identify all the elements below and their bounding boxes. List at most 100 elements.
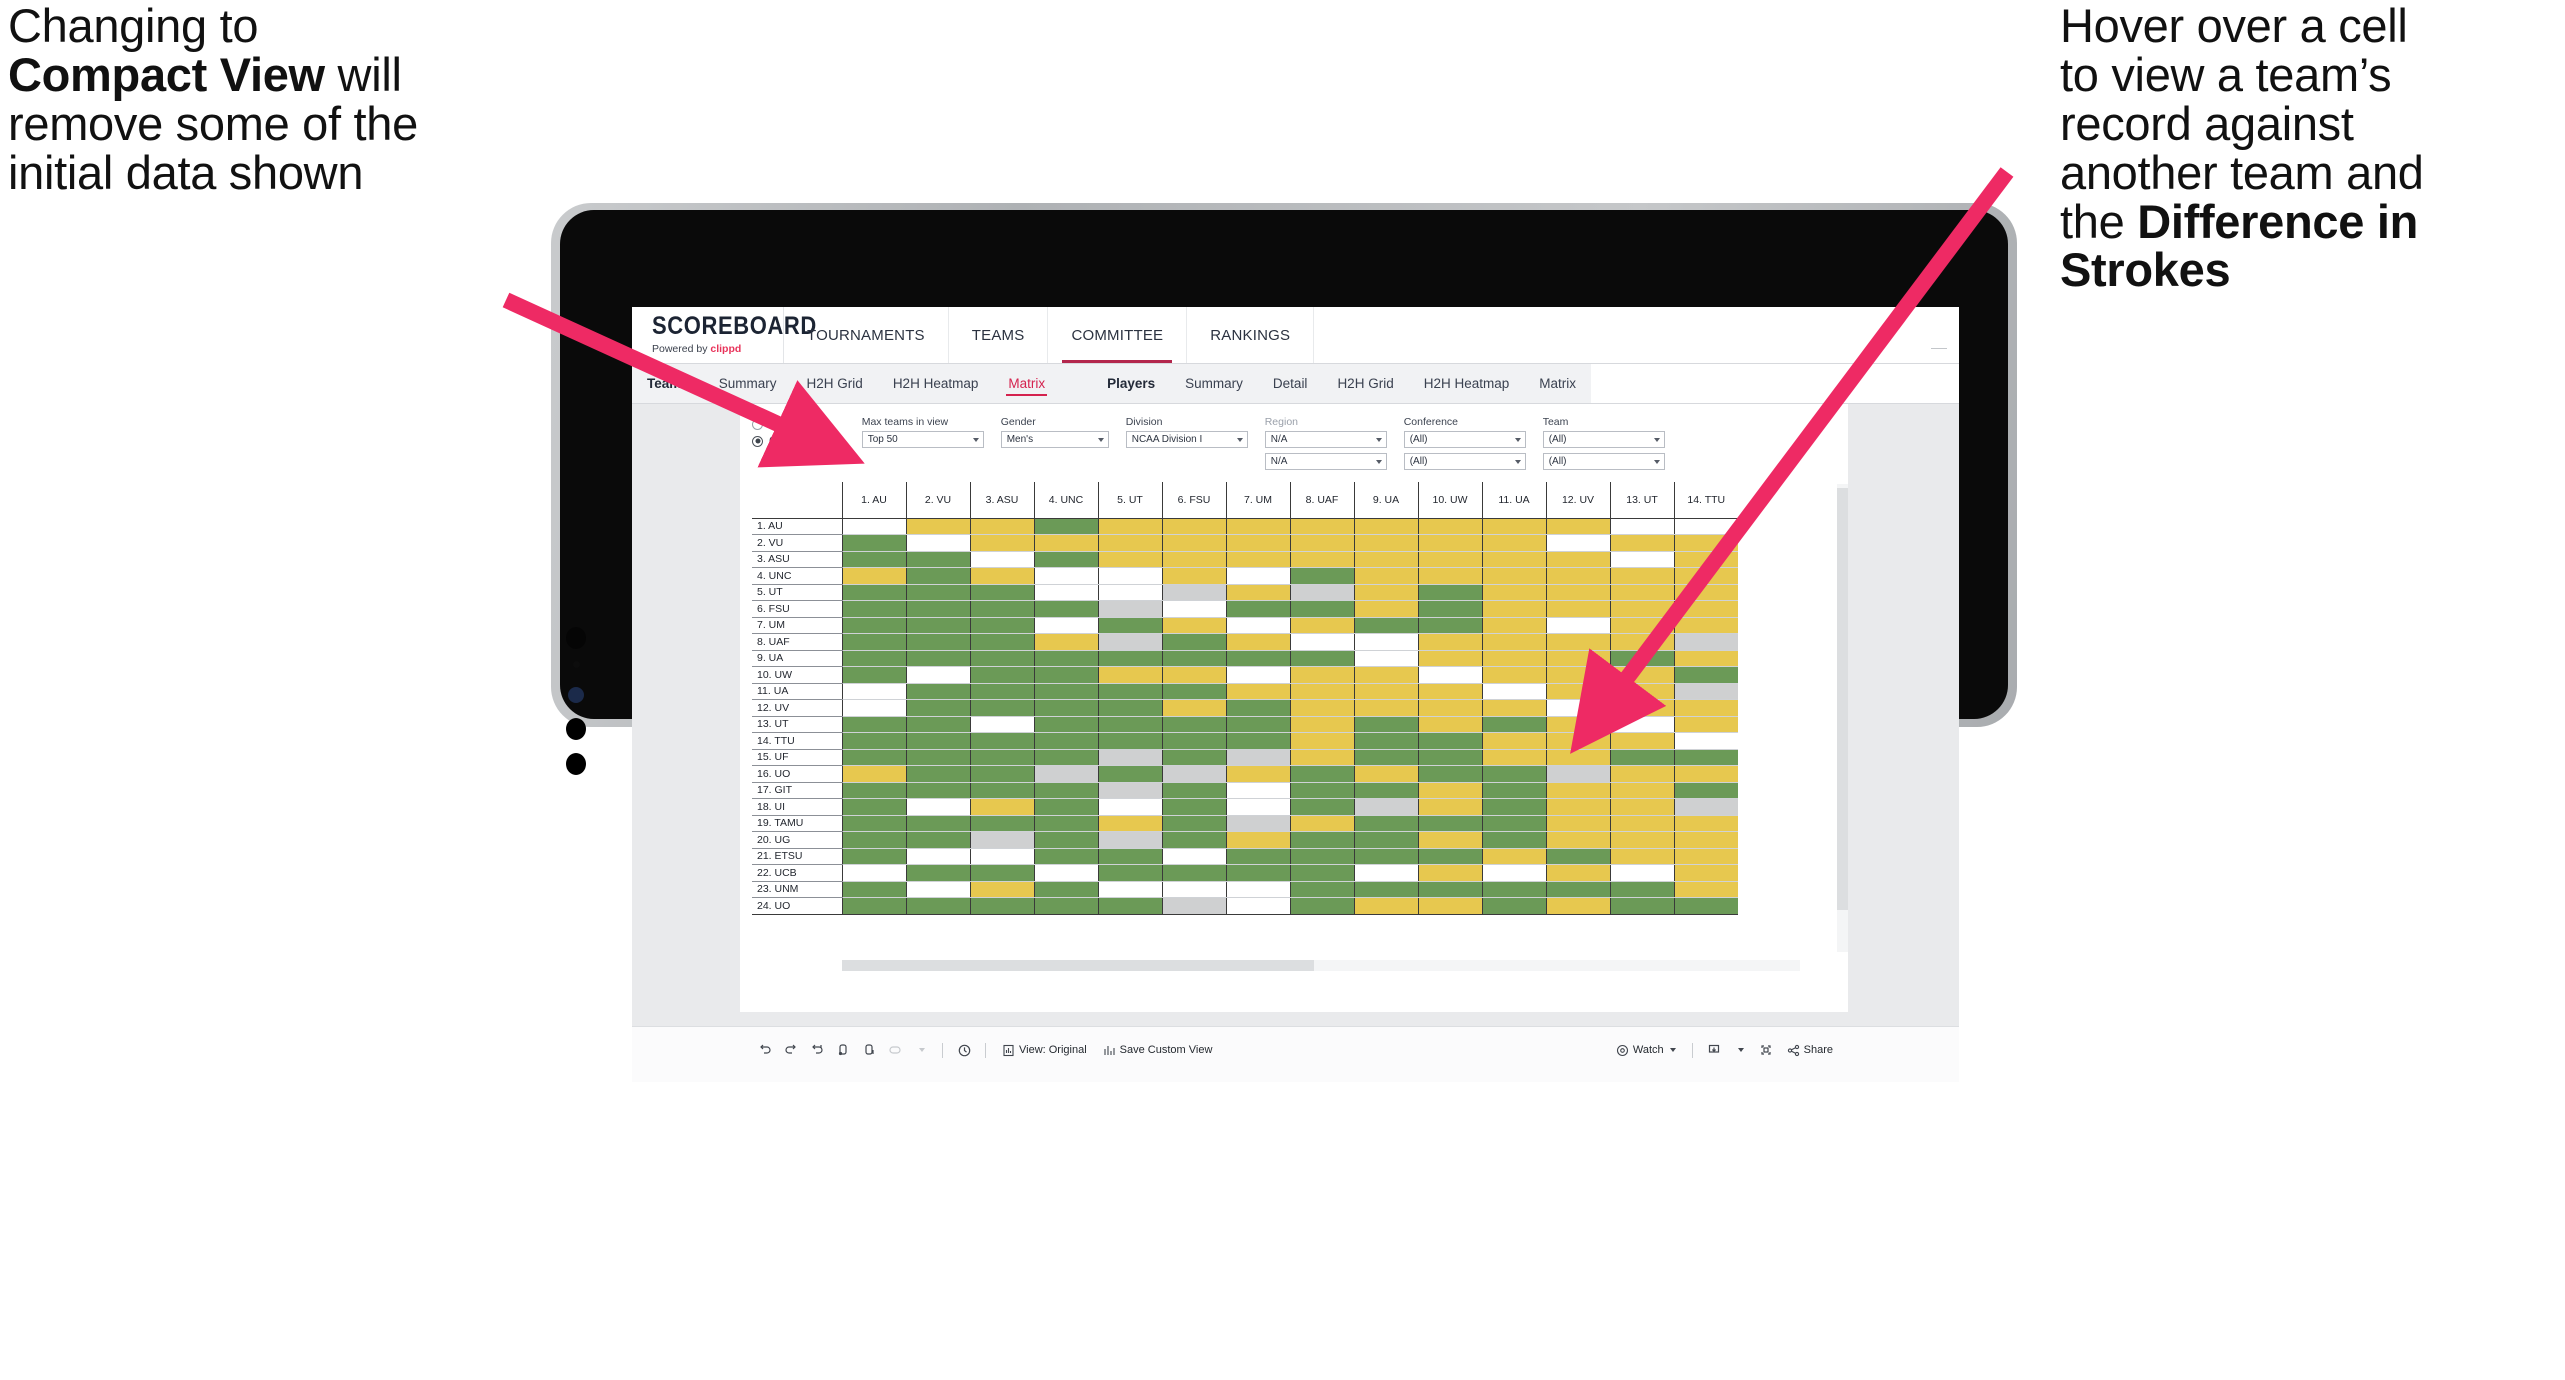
matrix-column-header[interactable]: 12. UV — [1545, 482, 1610, 519]
matrix-cell[interactable] — [1609, 815, 1674, 832]
subnav-item-players-detail[interactable]: Detail — [1258, 364, 1323, 403]
matrix-cell[interactable] — [1673, 683, 1738, 700]
matrix-cell[interactable] — [1481, 798, 1546, 816]
matrix-row-header[interactable]: 24. UO — [752, 897, 842, 915]
matrix-cell[interactable] — [969, 765, 1034, 783]
matrix-cell[interactable] — [905, 897, 970, 915]
matrix-cell[interactable] — [1545, 666, 1610, 684]
horizontal-scrollbar[interactable] — [842, 960, 1800, 971]
matrix-cell[interactable] — [1417, 798, 1482, 816]
matrix-cell[interactable] — [905, 584, 970, 601]
matrix-cell[interactable] — [1609, 881, 1674, 898]
matrix-cell[interactable] — [1673, 650, 1738, 667]
fullscreen-icon[interactable] — [1753, 1039, 1779, 1061]
matrix-cell[interactable] — [1289, 732, 1354, 750]
matrix-cell[interactable] — [1225, 666, 1290, 684]
matrix-cell[interactable] — [1289, 798, 1354, 816]
matrix-cell[interactable] — [1481, 666, 1546, 684]
matrix-cell[interactable] — [1097, 666, 1162, 684]
matrix-cell[interactable] — [841, 732, 906, 750]
matrix-cell[interactable] — [1417, 518, 1482, 535]
matrix-cell[interactable] — [1225, 699, 1290, 717]
matrix-cell[interactable] — [905, 600, 970, 618]
matrix-cell[interactable] — [1289, 617, 1354, 634]
matrix-cell[interactable] — [1161, 881, 1226, 898]
matrix-cell[interactable] — [1417, 567, 1482, 585]
matrix-cell[interactable] — [1225, 518, 1290, 535]
matrix-cell[interactable] — [1673, 765, 1738, 783]
matrix-cell[interactable] — [841, 716, 906, 733]
matrix-cell[interactable] — [1033, 518, 1098, 535]
matrix-cell[interactable] — [1161, 864, 1226, 882]
matrix-cell[interactable] — [1225, 749, 1290, 766]
matrix-cell[interactable] — [969, 600, 1034, 618]
matrix-cell[interactable] — [1225, 765, 1290, 783]
matrix-cell[interactable] — [1225, 782, 1290, 799]
matrix-cell[interactable] — [1481, 782, 1546, 799]
matrix-row-header[interactable]: 4. UNC — [752, 567, 842, 585]
matrix-cell[interactable] — [841, 567, 906, 585]
matrix-cell[interactable] — [1481, 633, 1546, 651]
matrix-cell[interactable] — [969, 798, 1034, 816]
matrix-cell[interactable] — [1289, 848, 1354, 865]
matrix-row-header[interactable]: 20. UG — [752, 831, 842, 849]
matrix-cell[interactable] — [1161, 683, 1226, 700]
matrix-cell[interactable] — [1033, 831, 1098, 849]
matrix-cell[interactable] — [841, 666, 906, 684]
matrix-cell[interactable] — [905, 650, 970, 667]
matrix-cell[interactable] — [905, 864, 970, 882]
matrix-cell[interactable] — [969, 732, 1034, 750]
download-icon[interactable] — [1701, 1039, 1727, 1061]
matrix-row-header[interactable]: 13. UT — [752, 716, 842, 733]
matrix-cell[interactable] — [1161, 897, 1226, 915]
view-original-button[interactable]: View: Original — [994, 1039, 1095, 1061]
matrix-cell[interactable] — [969, 633, 1034, 651]
matrix-cell[interactable] — [1417, 534, 1482, 552]
matrix-row-header[interactable]: 14. TTU — [752, 732, 842, 750]
matrix-cell[interactable] — [1033, 567, 1098, 585]
matrix-cell[interactable] — [1545, 897, 1610, 915]
topnav-item-teams[interactable]: TEAMS — [949, 307, 1049, 363]
matrix-cell[interactable] — [1097, 881, 1162, 898]
matrix-row-header[interactable]: 2. VU — [752, 534, 842, 552]
matrix-cell[interactable] — [1417, 831, 1482, 849]
matrix-cell[interactable] — [1417, 864, 1482, 882]
matrix-cell[interactable] — [1673, 881, 1738, 898]
matrix-cell[interactable] — [1481, 881, 1546, 898]
matrix-cell[interactable] — [841, 683, 906, 700]
matrix-cell[interactable] — [1225, 848, 1290, 865]
matrix-cell[interactable] — [1289, 864, 1354, 882]
matrix-cell[interactable] — [1673, 567, 1738, 585]
matrix-cell[interactable] — [1289, 815, 1354, 832]
matrix-cell[interactable] — [1417, 749, 1482, 766]
subnav-item-players-summary[interactable]: Summary — [1170, 364, 1258, 403]
matrix-cell[interactable] — [1545, 518, 1610, 535]
undo-icon[interactable] — [752, 1039, 778, 1061]
matrix-cell[interactable] — [1225, 732, 1290, 750]
matrix-cell[interactable] — [1417, 881, 1482, 898]
matrix-cell[interactable] — [905, 551, 970, 568]
matrix-cell[interactable] — [1673, 831, 1738, 849]
matrix-cell[interactable] — [1353, 798, 1418, 816]
matrix-cell[interactable] — [1417, 650, 1482, 667]
matrix-cell[interactable] — [1161, 732, 1226, 750]
matrix-cell[interactable] — [1417, 551, 1482, 568]
subnav-item-players-h2h-heatmap[interactable]: H2H Heatmap — [1409, 364, 1525, 403]
filter-region-select-2[interactable]: N/A — [1264, 453, 1387, 470]
matrix-cell[interactable] — [1033, 633, 1098, 651]
matrix-cell[interactable] — [1097, 798, 1162, 816]
matrix-cell[interactable] — [1673, 666, 1738, 684]
matrix-cell[interactable] — [1673, 534, 1738, 552]
matrix-cell[interactable] — [1481, 518, 1546, 535]
matrix-cell[interactable] — [841, 848, 906, 865]
matrix-cell[interactable] — [841, 650, 906, 667]
matrix-cell[interactable] — [1097, 848, 1162, 865]
matrix-cell[interactable] — [1097, 765, 1162, 783]
matrix-cell[interactable] — [1417, 683, 1482, 700]
matrix-cell[interactable] — [1161, 699, 1226, 717]
matrix-cell[interactable] — [1673, 897, 1738, 915]
subnav-item-teams-h2h-heatmap[interactable]: H2H Heatmap — [878, 364, 994, 403]
matrix-cell[interactable] — [1481, 584, 1546, 601]
matrix-cell[interactable] — [969, 815, 1034, 832]
shape-dropdown-caret-icon[interactable] — [908, 1039, 934, 1061]
